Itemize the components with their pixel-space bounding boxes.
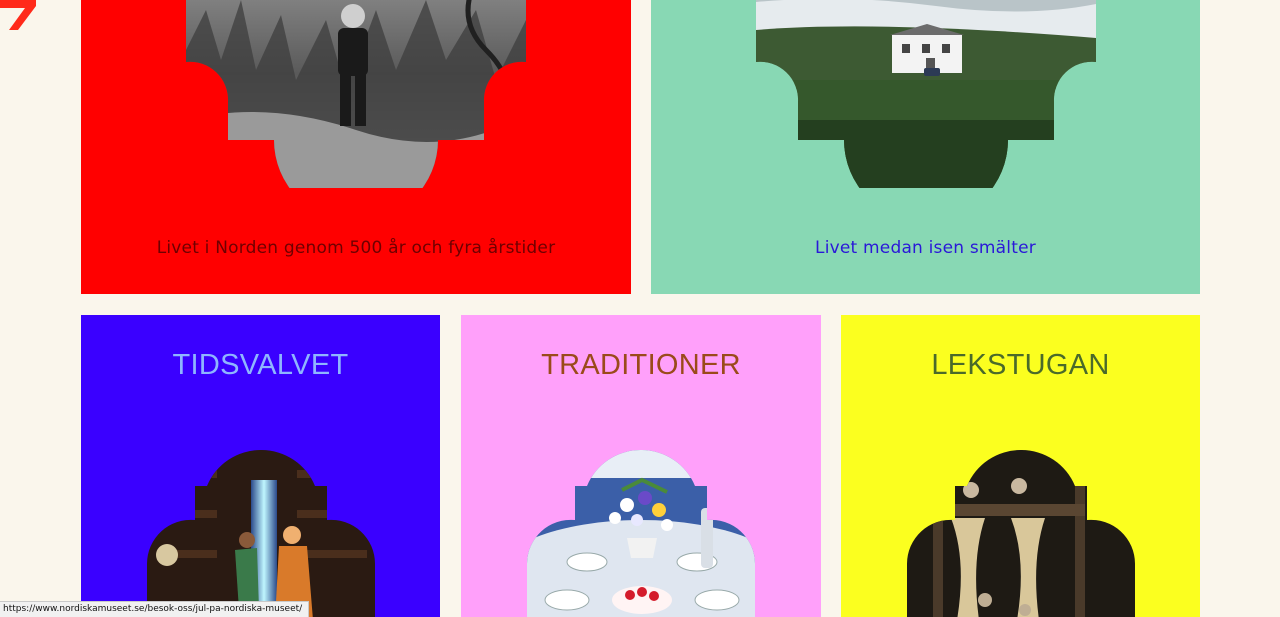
exhibition-image-library-door [147,450,375,617]
card-heading: TIDSVALVET [172,349,349,381]
exhibition-image-child-in-forest [186,0,526,188]
card-heading: TRADITIONER [541,349,741,381]
card-heading: LEKSTUGAN [931,349,1110,381]
exhibition-card-tidsvalvet[interactable]: TIDSVALVET [81,315,440,617]
exhibition-image-festive-table [527,450,755,617]
exhibition-card-livet-i-norden[interactable]: Livet i Norden genom 500 år och fyra års… [81,0,631,294]
logo-mark[interactable] [0,0,40,32]
card-caption: Livet medan isen smälter [815,238,1036,258]
exhibition-card-livet-medan-isen-smalter[interactable]: Livet medan isen smälter [651,0,1200,294]
exhibition-image-house-and-glacier [756,0,1096,188]
exhibition-image-bunk-bed [907,450,1135,617]
exhibition-card-lekstugan[interactable]: LEKSTUGAN [841,315,1200,617]
exhibition-card-traditioner[interactable]: TRADITIONER [461,315,821,617]
status-bar-url: https://www.nordiskamuseet.se/besok-oss/… [0,601,310,617]
card-caption: Livet i Norden genom 500 år och fyra års… [156,238,556,258]
